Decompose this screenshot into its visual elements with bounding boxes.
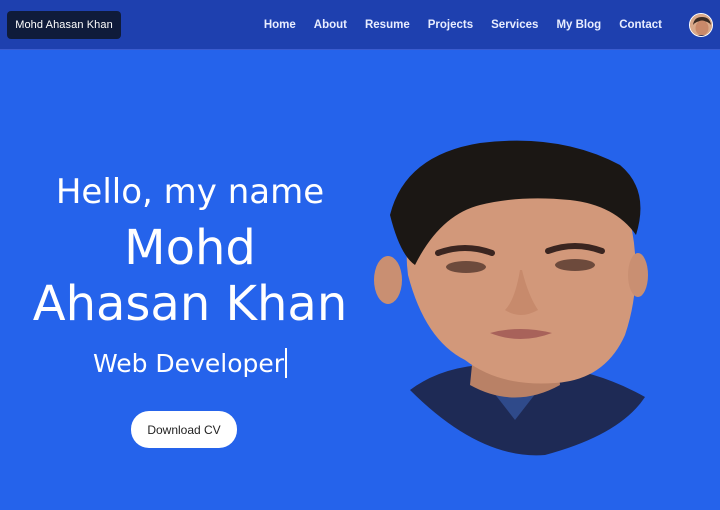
nav-link-projects[interactable]: Projects [428, 19, 473, 31]
hero-name-line1: Mohd [124, 220, 256, 276]
brand-logo[interactable]: Mohd Ahasan Khan [7, 11, 121, 39]
profile-avatar-icon [690, 14, 712, 36]
hero-name-line2: Ahasan Khan [32, 276, 348, 332]
avatar[interactable] [689, 13, 713, 37]
navbar: Mohd Ahasan Khan Home About Resume Proje… [0, 0, 720, 50]
nav-links: Home About Resume Projects Services My B… [246, 0, 662, 50]
typing-cursor [285, 348, 288, 378]
nav-link-services[interactable]: Services [491, 19, 538, 31]
nav-link-my-blog[interactable]: My Blog [556, 19, 601, 31]
portrait-image [374, 140, 648, 456]
hero-name: Mohd Ahasan Khan [0, 220, 380, 332]
nav-link-home[interactable]: Home [264, 19, 296, 31]
nav-link-resume[interactable]: Resume [365, 19, 410, 31]
hero-role: Web Developer [0, 348, 380, 378]
nav-link-about[interactable]: About [314, 19, 347, 31]
hero-role-text: Web Developer [92, 349, 285, 378]
download-cv-button[interactable]: Download CV [131, 411, 237, 448]
nav-link-contact[interactable]: Contact [619, 19, 662, 31]
hero-greeting: Hello, my name [55, 172, 325, 212]
profile-portrait [370, 135, 660, 465]
